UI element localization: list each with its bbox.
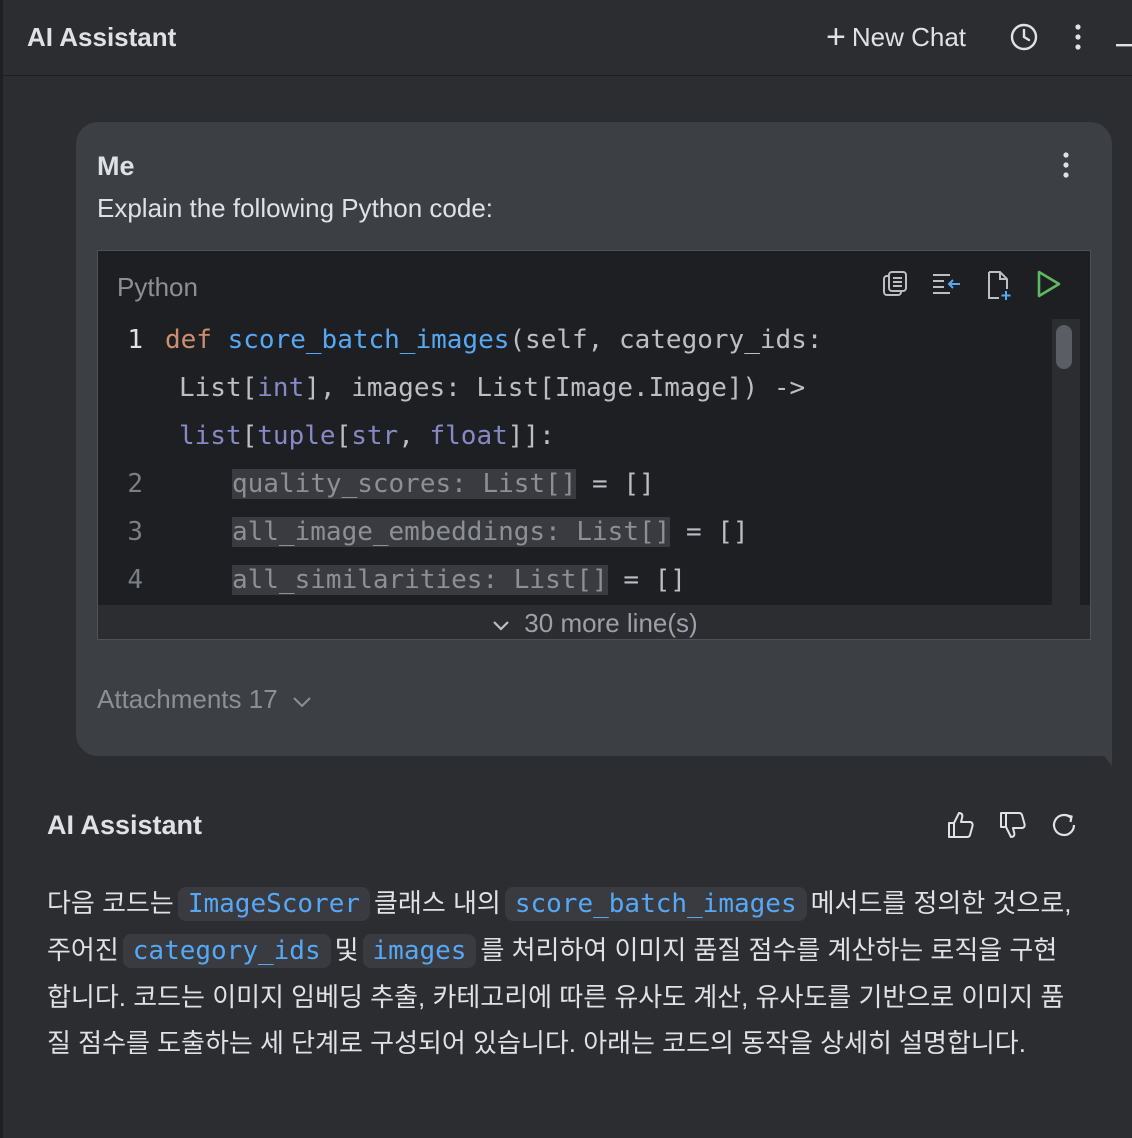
inline-code-chip[interactable]: score_batch_images (504, 887, 807, 921)
insert-at-caret-icon[interactable] (930, 269, 962, 306)
inline-code-chip[interactable]: ImageScorer (177, 887, 371, 921)
thumbs-down-icon[interactable] (997, 810, 1027, 845)
reply-author: AI Assistant (47, 810, 203, 840)
run-icon[interactable] (1034, 269, 1062, 306)
code-language-label: Python (117, 272, 198, 302)
reply-text-segment: 및 (334, 935, 359, 965)
refresh-icon[interactable] (1049, 810, 1079, 845)
code-lines[interactable]: 1 def score_batch_images(self, category_… (98, 319, 1056, 605)
expand-more-lines-button[interactable]: 30 more line(s) (98, 605, 1090, 639)
window-left-edge (0, 0, 3, 1138)
reply-text-segment: 클래스 내의 (374, 888, 501, 918)
attachments-label: Attachments 17 (97, 684, 278, 714)
message-author: Me (97, 151, 135, 181)
reply-text: 다음 코드는 ImageScorer 클래스 내의 score_batch_image… (47, 880, 1077, 1066)
code-toolbar (880, 269, 1062, 306)
code-line-2: quality_scores: List[] = [] (232, 469, 655, 499)
plus-icon: + (826, 18, 846, 56)
new-file-icon[interactable] (982, 269, 1014, 306)
message-kebab-icon[interactable] (1056, 150, 1076, 185)
reply-actions (945, 810, 1079, 845)
line-number: 3 (127, 517, 143, 547)
line-number: 4 (127, 565, 143, 595)
code-line-4: all_similarities: List[] = [] (232, 565, 686, 595)
line-number: 2 (127, 469, 143, 499)
line-number: 1 (127, 325, 143, 355)
code-line-1-wrap-1: List[int], images: List[Image.Image]) -> (179, 373, 806, 403)
minimize-icon[interactable] (1116, 35, 1132, 53)
clock-icon[interactable] (1009, 22, 1039, 57)
thumbs-up-icon[interactable] (945, 810, 975, 845)
attachments-toggle[interactable]: Attachments 17 (97, 684, 312, 715)
kebab-icon[interactable] (1068, 22, 1088, 57)
reply-text-segment: 다음 코드는 (47, 888, 174, 918)
tool-window-title: AI Assistant (27, 22, 177, 52)
inline-code-chip[interactable]: category_ids (122, 934, 331, 968)
tool-window-header: AI Assistant + New Chat (0, 0, 1132, 76)
new-chat-button[interactable]: + New Chat (826, 19, 966, 55)
copy-icon[interactable] (880, 269, 910, 306)
code-line-3: all_image_embeddings: List[] = [] (232, 517, 749, 547)
chevron-down-icon (292, 684, 312, 715)
code-scrollbar-thumb[interactable] (1056, 325, 1072, 369)
new-chat-label: New Chat (851, 21, 967, 52)
code-line-1: def score_batch_images(self, category_id… (165, 325, 823, 355)
code-snippet: Python 1 def score_batch_images(self, ca… (97, 250, 1091, 640)
message-text: Explain the following Python code: (97, 193, 494, 223)
inline-code-chip[interactable]: images (362, 934, 477, 968)
more-lines-label: 30 more line(s) (524, 607, 698, 638)
code-line-1-wrap-2: list[tuple[str, float]]: (179, 421, 555, 451)
chevron-down-icon (492, 608, 510, 639)
